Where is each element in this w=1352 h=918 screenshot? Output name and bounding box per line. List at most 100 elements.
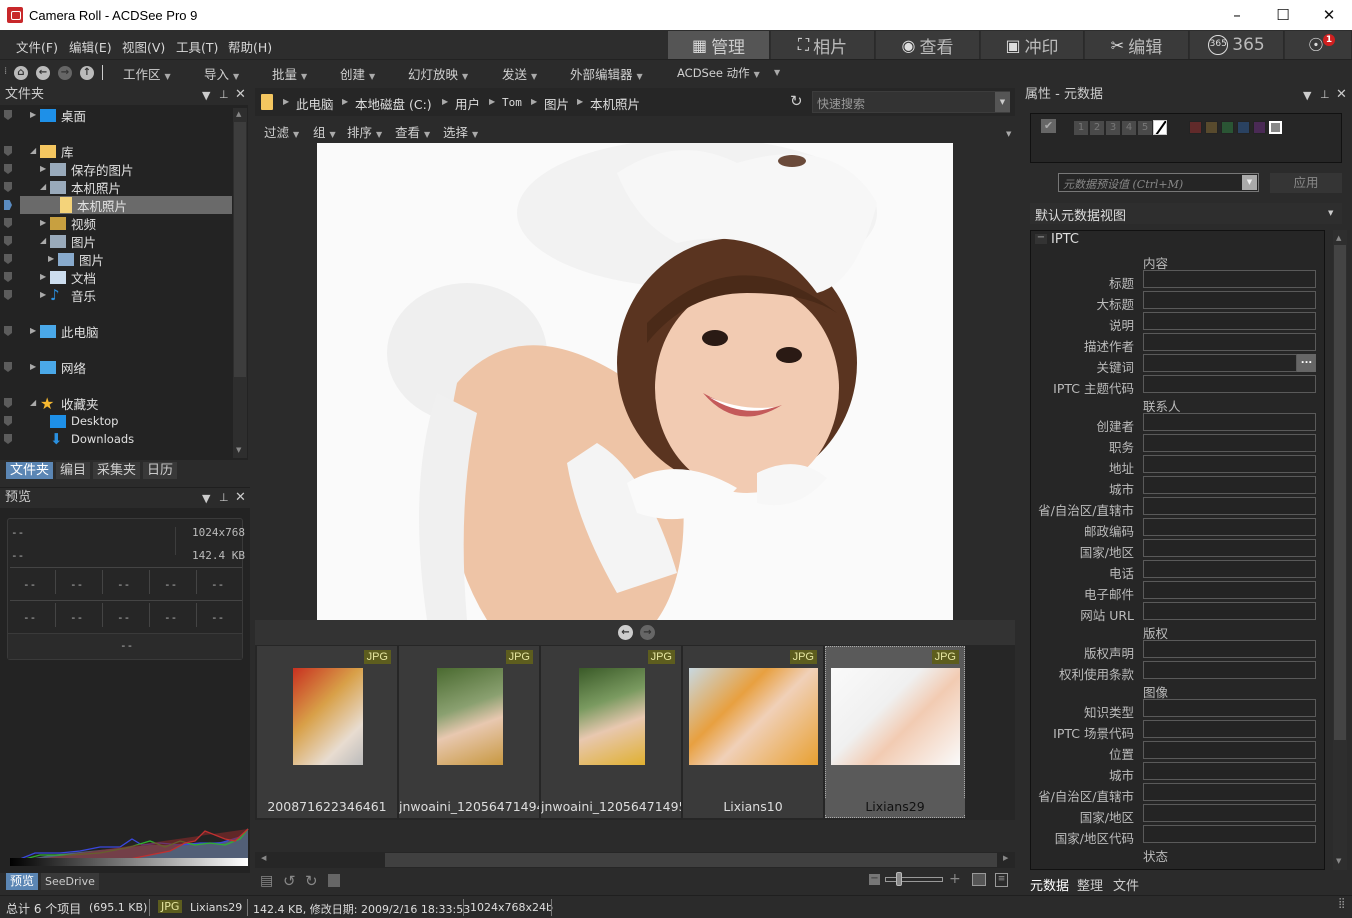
folder-tree-item[interactable]: 图片: [58, 250, 104, 268]
tab-calendar[interactable]: 日历: [143, 462, 178, 479]
mode-tab-develop[interactable]: ▣ 冲印: [981, 31, 1084, 59]
scroll-left-icon[interactable]: ◀: [261, 854, 266, 862]
scrollbar-thumb[interactable]: [1334, 245, 1346, 740]
forward-arrow-icon[interactable]: →: [58, 66, 72, 80]
filterbar-overflow-icon[interactable]: ▼: [1006, 130, 1011, 138]
folder-tree-scrollbar[interactable]: ▲ ▼: [233, 108, 247, 458]
tag-checkbox[interactable]: ✔: [1041, 119, 1056, 133]
apply-button[interactable]: 应用: [1270, 173, 1342, 193]
color-label-swatch[interactable]: [1221, 121, 1234, 134]
folder-tree-item[interactable]: 桌面: [40, 106, 86, 124]
metadata-field-input[interactable]: [1143, 312, 1316, 330]
breadcrumb-separator-icon[interactable]: ▶: [489, 97, 495, 106]
metadata-field-input[interactable]: [1143, 518, 1316, 536]
folder-tree-item[interactable]: 此电脑: [40, 322, 99, 340]
scroll-down-icon[interactable]: ▼: [236, 446, 241, 454]
keywords-browse-button[interactable]: ...: [1297, 354, 1316, 372]
filmstrip-scrollbar[interactable]: ◀ ▶: [255, 852, 1015, 868]
metadata-field-input[interactable]: [1143, 783, 1316, 801]
pin-icon[interactable]: ⊥: [219, 88, 229, 101]
toolbar-acdsee-actions[interactable]: ACDSee 动作 ▼: [677, 65, 760, 81]
toolbar-send[interactable]: 发送 ▼: [502, 64, 537, 83]
scrollbar-thumb[interactable]: [385, 853, 997, 867]
mode-tab-365[interactable]: 365 365: [1190, 31, 1284, 59]
expand-icon[interactable]: ▶: [40, 272, 46, 281]
metadata-field-input[interactable]: [1143, 804, 1316, 822]
toolbar-overflow-icon[interactable]: ▼: [774, 68, 780, 77]
menu-file[interactable]: 文件(F): [16, 37, 58, 56]
expand-icon[interactable]: ▶: [30, 362, 36, 371]
metadata-field-input[interactable]: [1143, 539, 1316, 557]
thumbnail-item[interactable]: JPG Lixians29: [825, 646, 965, 818]
expand-icon[interactable]: ▶: [30, 110, 36, 119]
previous-image-icon[interactable]: ←: [618, 625, 633, 640]
tab-catalog[interactable]: 编目: [56, 462, 91, 479]
folder-tree-item[interactable]: 库: [40, 142, 74, 160]
folder-tree-item[interactable]: 视频: [50, 214, 96, 232]
refresh-icon[interactable]: ↻: [790, 92, 803, 110]
metadata-field-input[interactable]: [1143, 434, 1316, 452]
toolbar-batch[interactable]: 批量 ▼: [272, 64, 307, 83]
tab-file[interactable]: 文件: [1113, 875, 1139, 894]
tab-metadata[interactable]: 元数据: [1030, 875, 1069, 894]
main-photo[interactable]: [317, 143, 953, 620]
rotate-right-icon[interactable]: ↻: [305, 872, 318, 890]
panel-close-icon[interactable]: ✕: [1336, 87, 1347, 102]
panel-menu-icon[interactable]: ▼: [202, 492, 210, 505]
toolbar-grip[interactable]: ⁞: [4, 66, 7, 77]
folder-tree-item[interactable]: 本机照片: [50, 178, 121, 196]
folder-tree-item[interactable]: ⬇ Downloads: [50, 430, 134, 448]
clear-rating-icon[interactable]: [1153, 120, 1167, 135]
breadcrumb-separator-icon[interactable]: ▶: [531, 97, 537, 106]
tab-folders[interactable]: 文件夹: [6, 462, 54, 479]
collapse-icon[interactable]: ◢: [30, 398, 36, 407]
metadata-field-input[interactable]: [1143, 497, 1316, 515]
thumbnail-item[interactable]: JPG 200871622346461: [257, 646, 397, 818]
filter-menu-3[interactable]: 查看 ▼: [395, 122, 430, 141]
menu-tools[interactable]: 工具(T): [176, 37, 218, 56]
breadcrumb-item[interactable]: 用户: [455, 94, 480, 113]
mode-tab-edit[interactable]: ✂ 编辑: [1085, 31, 1189, 59]
zoom-out-icon[interactable]: −: [869, 874, 880, 885]
thumbnail-item[interactable]: JPG Lixians10: [683, 646, 823, 818]
folder-tree-item[interactable]: 保存的图片: [50, 160, 134, 178]
menu-view[interactable]: 视图(V): [122, 37, 165, 56]
folder-tree-item[interactable]: 网络: [40, 358, 86, 376]
rating-button[interactable]: 3: [1106, 121, 1120, 135]
metadata-field-input[interactable]: [1143, 825, 1316, 843]
up-arrow-icon[interactable]: ↑: [80, 66, 94, 80]
list-view-icon[interactable]: ≡: [995, 873, 1008, 887]
panel-close-icon[interactable]: ✕: [235, 490, 246, 505]
mode-tab-manage[interactable]: ▦ 管理: [668, 31, 770, 59]
search-dropdown-icon[interactable]: ▼: [995, 92, 1010, 112]
color-label-swatch[interactable]: [1189, 121, 1202, 134]
filter-menu-0[interactable]: 过滤 ▼: [264, 122, 299, 141]
color-label-swatch[interactable]: [1205, 121, 1218, 134]
close-button[interactable]: ✕: [1306, 0, 1352, 30]
breadcrumb-separator-icon[interactable]: ▶: [283, 97, 289, 106]
toolbar-create[interactable]: 创建 ▼: [340, 64, 375, 83]
breadcrumb-item[interactable]: 本地磁盘 (C:): [355, 94, 432, 113]
breadcrumb-item[interactable]: 图片: [544, 94, 569, 113]
save-image-icon[interactable]: ▤: [260, 873, 273, 889]
collapse-icon[interactable]: −: [1035, 233, 1047, 244]
toolbar-workspace[interactable]: 工作区 ▼: [123, 64, 171, 83]
tab-organize[interactable]: 整理: [1077, 875, 1103, 894]
next-image-icon[interactable]: →: [640, 625, 655, 640]
filter-menu-2[interactable]: 排序 ▼: [347, 122, 382, 141]
maximize-button[interactable]: ☐: [1260, 0, 1306, 30]
panel-menu-icon[interactable]: ▼: [1303, 89, 1311, 102]
folder-tree-item[interactable]: ♪ 音乐: [50, 286, 96, 304]
metadata-scrollbar[interactable]: ▲ ▼: [1333, 230, 1347, 870]
breadcrumb-separator-icon[interactable]: ▶: [442, 97, 448, 106]
expand-icon[interactable]: ▶: [30, 326, 36, 335]
metadata-view-select[interactable]: 默认元数据视图 ▼: [1030, 203, 1342, 224]
metadata-field-input[interactable]: [1143, 354, 1297, 372]
metadata-field-input[interactable]: [1143, 720, 1316, 738]
metadata-field-input[interactable]: [1143, 699, 1316, 717]
rating-button[interactable]: 5: [1138, 121, 1152, 135]
scroll-right-icon[interactable]: ▶: [1003, 854, 1008, 862]
image-view-icon[interactable]: [972, 873, 986, 886]
breadcrumb-separator-icon[interactable]: ▶: [342, 97, 348, 106]
metadata-field-input[interactable]: [1143, 333, 1316, 351]
